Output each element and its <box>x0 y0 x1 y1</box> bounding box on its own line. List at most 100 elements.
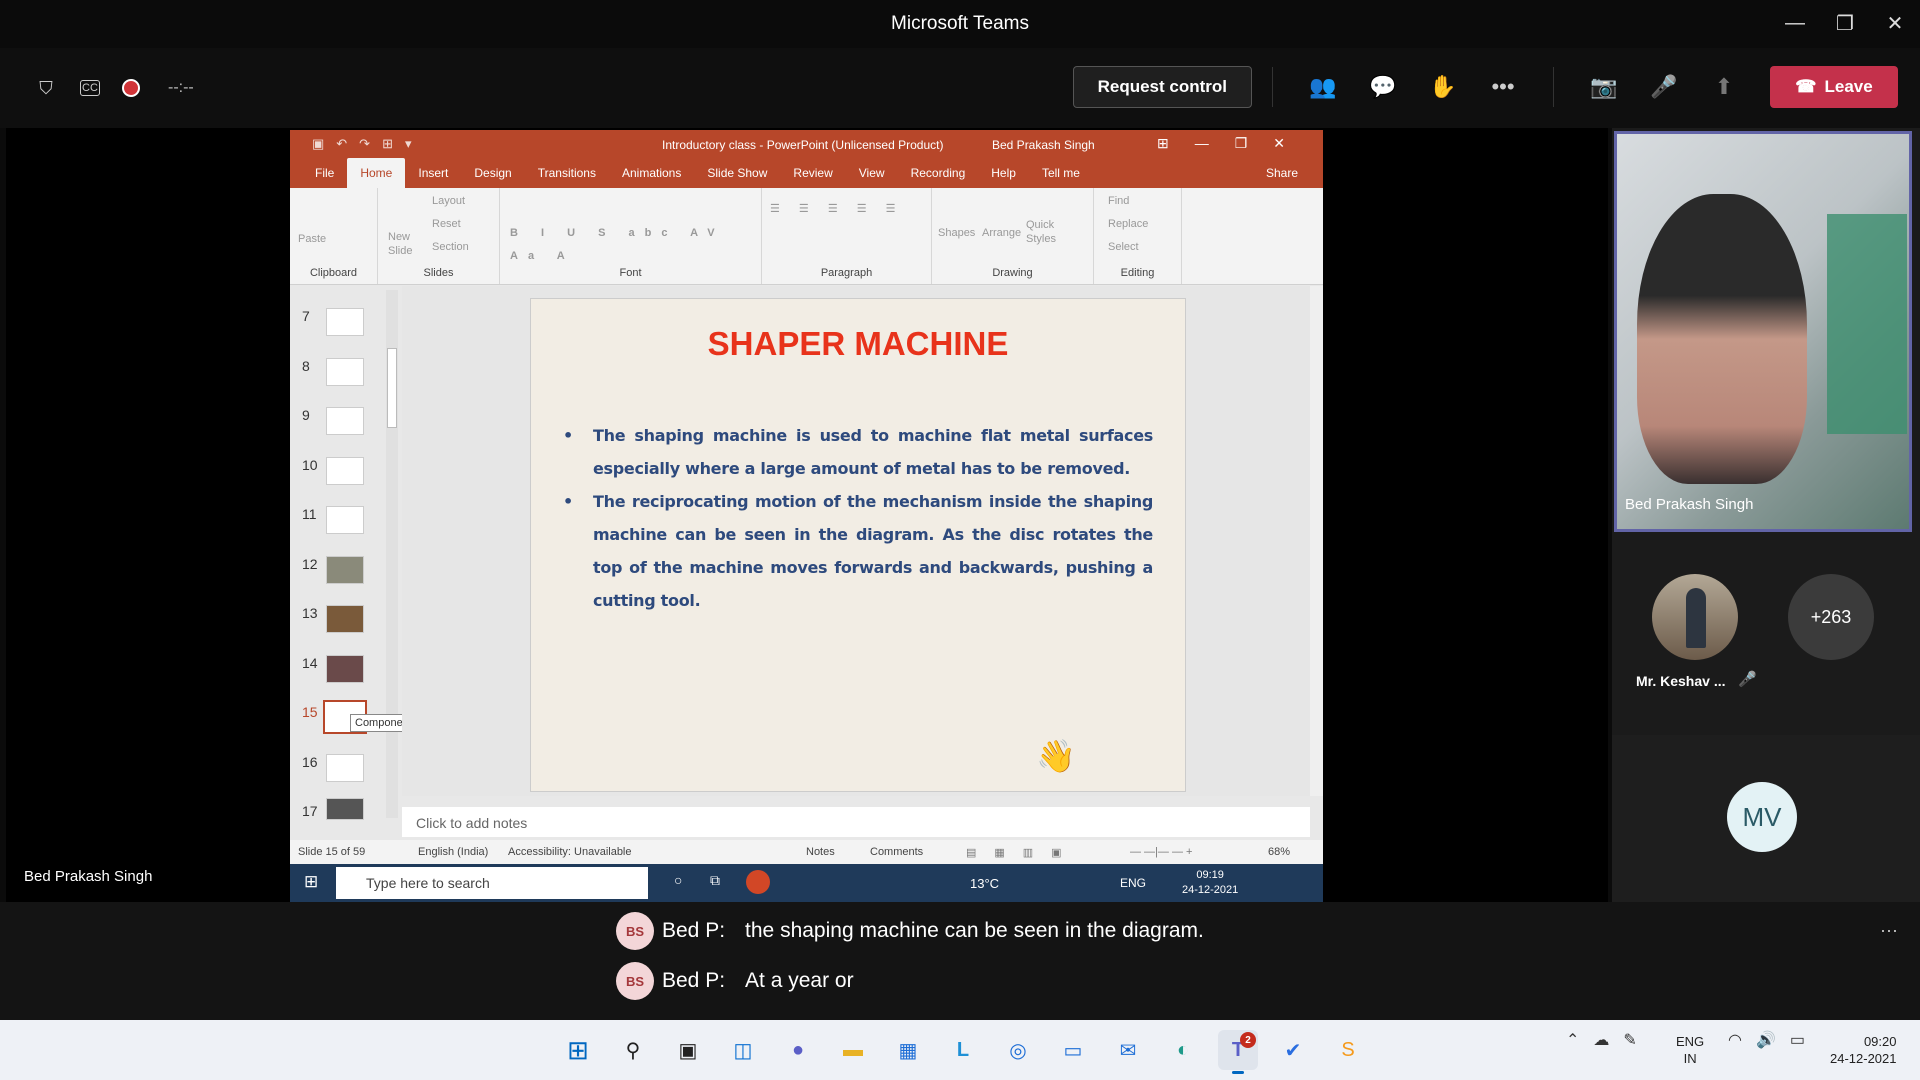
slide-canvas[interactable]: SHAPER MACHINE The shaping machine is us… <box>530 298 1186 792</box>
slide-thumbnail[interactable] <box>326 754 364 782</box>
quick-access-toolbar[interactable]: ▣↶↷⊞▾ <box>312 136 424 152</box>
tab-recording[interactable]: Recording <box>898 166 979 188</box>
section-button[interactable]: Section <box>432 236 469 259</box>
participant-avatar[interactable] <box>1652 574 1738 660</box>
notes-toggle[interactable]: Notes <box>806 846 835 858</box>
volume-icon[interactable]: 🔊 <box>1756 1030 1776 1050</box>
paragraph-controls[interactable]: ☰ ☰ ☰ ☰ ☰ <box>770 198 904 221</box>
file-explorer-icon[interactable]: ▬ <box>833 1030 873 1070</box>
accessibility-status[interactable]: Accessibility: Unavailable <box>508 846 632 858</box>
restore-icon[interactable]: ❐ <box>1820 0 1870 46</box>
search-icon[interactable]: ⚲ <box>613 1030 653 1070</box>
slide-thumbnail[interactable] <box>326 556 364 584</box>
slide-thumbnail[interactable] <box>326 798 364 820</box>
video-tile-presenter[interactable]: Bed Prakash Singh <box>1614 131 1912 532</box>
tab-design[interactable]: Design <box>461 166 524 188</box>
minimize-icon[interactable]: — <box>1770 0 1820 46</box>
slide-thumbnail[interactable] <box>326 457 364 485</box>
sublime-icon[interactable]: S <box>1328 1030 1368 1070</box>
recording-icon[interactable] <box>122 79 140 97</box>
close-icon[interactable]: ✕ <box>1870 0 1920 46</box>
remote-search-box[interactable]: Type here to search <box>336 867 648 899</box>
layout-button[interactable]: Layout <box>432 190 465 213</box>
paste-button[interactable]: Paste <box>298 228 326 251</box>
teams-chat-icon[interactable]: ● <box>778 1030 818 1070</box>
start-icon[interactable]: ⊞ <box>558 1030 598 1070</box>
todo-icon[interactable]: ✔ <box>1273 1030 1313 1070</box>
wifi-icon[interactable]: ◠ <box>1728 1030 1742 1050</box>
slide-thumbnail[interactable] <box>326 308 364 336</box>
request-control-button[interactable]: Request control <box>1072 66 1252 108</box>
reset-button[interactable]: Reset <box>432 213 461 236</box>
tab-home[interactable]: Home <box>347 158 406 188</box>
chevron-up-icon[interactable]: ⌃ <box>1566 1030 1579 1050</box>
view-buttons[interactable]: ▤▦▥▣ <box>966 846 1080 859</box>
pen-icon[interactable]: ✎ <box>1623 1030 1636 1050</box>
slide-scrollbar[interactable] <box>1310 286 1323 796</box>
teams-icon[interactable]: T2 <box>1218 1030 1258 1074</box>
store-icon[interactable]: ▦ <box>888 1030 928 1070</box>
chat-icon[interactable]: 💬 <box>1353 66 1413 108</box>
tell-me-search[interactable]: Tell me <box>1029 166 1093 188</box>
zoom-slider[interactable]: — —|— — + <box>1130 846 1192 858</box>
input-language[interactable]: ENG IN <box>1676 1033 1704 1067</box>
powerpoint-icon[interactable] <box>746 870 770 894</box>
remote-desktop-icon[interactable]: ▭ <box>1053 1030 1093 1070</box>
font-controls[interactable]: B I U S abc AV Aa A <box>510 222 761 268</box>
slide-thumbnail[interactable] <box>326 407 364 435</box>
tab-review[interactable]: Review <box>780 166 845 188</box>
select-button[interactable]: Select <box>1108 236 1139 259</box>
windows-start-icon[interactable]: ⊞ <box>304 872 318 892</box>
slide-title[interactable]: SHAPER MACHINE <box>531 325 1185 363</box>
shapes-button[interactable]: Shapes <box>938 222 975 245</box>
mail-icon[interactable]: ✉ <box>1108 1030 1148 1070</box>
shield-icon[interactable]: ⛉ <box>34 76 58 100</box>
more-participants-button[interactable]: +263 <box>1788 574 1874 660</box>
slide-thumbnail[interactable] <box>326 655 364 683</box>
notes-pane[interactable]: Click to add notes <box>402 807 1310 837</box>
comments-toggle[interactable]: Comments <box>870 846 923 858</box>
share-button[interactable]: Share <box>1253 166 1311 188</box>
slide-thumbnail[interactable] <box>326 605 364 633</box>
slide-thumbnail[interactable] <box>326 358 364 386</box>
app-circle-icon[interactable]: ◎ <box>998 1030 1038 1070</box>
task-view-icon[interactable]: ⧉ <box>710 872 720 889</box>
tab-transitions[interactable]: Transitions <box>525 166 609 188</box>
share-tray-icon[interactable]: ⬆ <box>1694 66 1754 108</box>
widgets-icon[interactable]: ◫ <box>723 1030 763 1070</box>
battery-icon[interactable]: ▭ <box>1790 1030 1805 1050</box>
system-clock[interactable]: 09:20 24-12-2021 <box>1830 1033 1897 1067</box>
captions-more-icon[interactable]: ··· <box>1880 920 1898 941</box>
tab-slide-show[interactable]: Slide Show <box>694 166 780 188</box>
tab-insert[interactable]: Insert <box>405 166 461 188</box>
slide-bullets[interactable]: The shaping machine is used to machine f… <box>563 419 1153 617</box>
leave-button[interactable]: ☎ Leave <box>1770 66 1898 108</box>
task-view-icon[interactable]: ▣ <box>668 1030 708 1070</box>
more-options-icon[interactable]: ••• <box>1473 66 1533 108</box>
tab-animations[interactable]: Animations <box>609 166 694 188</box>
tab-view[interactable]: View <box>846 166 898 188</box>
closed-captions-icon[interactable]: CC <box>80 80 100 96</box>
mic-off-icon[interactable]: 🎤 <box>1634 66 1694 108</box>
slide-thumbnail[interactable] <box>326 506 364 534</box>
scroll-thumb[interactable] <box>387 348 397 428</box>
language-status[interactable]: English (India) <box>418 846 488 858</box>
participant-avatar-mv[interactable]: MV <box>1727 782 1797 852</box>
camera-off-icon[interactable]: 📷 <box>1574 66 1634 108</box>
tab-file[interactable]: File <box>302 166 347 188</box>
meeting-toolbar: ⛉ CC --:-- Request control 👥 💬 ✋ ••• 📷 🎤… <box>0 48 1920 128</box>
replace-button[interactable]: Replace <box>1108 213 1148 236</box>
arrange-button[interactable]: Arrange <box>982 222 1021 245</box>
participants-icon[interactable]: 👥 <box>1293 66 1353 108</box>
find-button[interactable]: Find <box>1108 190 1129 213</box>
quick-styles-button[interactable]: Quick Styles <box>1026 218 1066 246</box>
ppt-window-controls[interactable]: ⊞—❐✕ <box>1157 135 1311 152</box>
cortana-icon[interactable]: ○ <box>674 872 682 888</box>
zoom-level[interactable]: 68% <box>1268 846 1290 858</box>
tab-help[interactable]: Help <box>978 166 1029 188</box>
thumbnail-scrollbar[interactable] <box>386 290 398 818</box>
onedrive-icon[interactable]: ☁ <box>1593 1030 1609 1050</box>
reactions-icon[interactable]: ✋ <box>1413 66 1473 108</box>
app-l-icon[interactable]: L <box>943 1030 983 1070</box>
edge-icon[interactable]: ◐ <box>1163 1030 1203 1070</box>
